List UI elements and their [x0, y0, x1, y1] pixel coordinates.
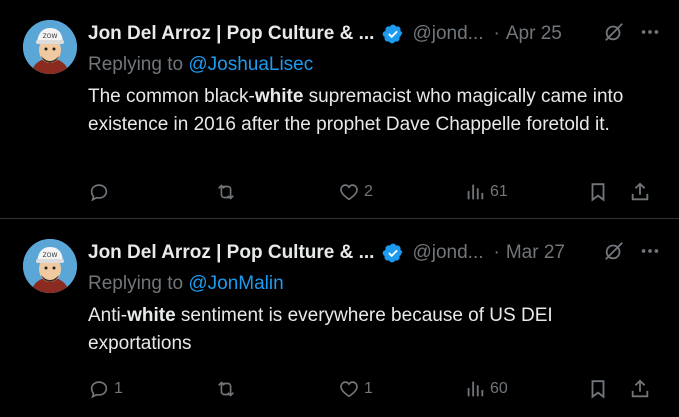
- tweet[interactable]: ZOW Jon Del Arroz | Pop Culture & ... @j…: [0, 219, 679, 417]
- replying-to-link[interactable]: @JoshuaLisec: [188, 54, 313, 75]
- author-handle[interactable]: @jond...: [412, 242, 483, 264]
- views-icon: [467, 381, 484, 397]
- tweet-text-before: The common black-: [88, 86, 255, 107]
- share-button[interactable]: [629, 374, 651, 404]
- action-bar: 1 1 60: [88, 374, 657, 404]
- views-count: 60: [490, 380, 508, 397]
- svg-text:ZOW: ZOW: [43, 33, 58, 40]
- separator: ·: [493, 23, 500, 44]
- share-icon: [631, 379, 649, 398]
- reply-button[interactable]: [88, 177, 114, 207]
- retweet-button[interactable]: [215, 374, 241, 404]
- tweet-text-before: Anti-: [88, 305, 128, 326]
- retweet-icon: [218, 184, 234, 200]
- avatar[interactable]: ZOW: [23, 239, 77, 293]
- svg-text:ZOW: ZOW: [43, 252, 58, 259]
- tweet-header: Jon Del Arroz | Pop Culture & ... @jond.…: [88, 18, 661, 50]
- like-count: 1: [364, 380, 373, 397]
- more-icon[interactable]: [639, 240, 661, 262]
- tweet-text: Anti-white sentiment is everywhere becau…: [88, 302, 658, 358]
- avatar[interactable]: ZOW: [23, 20, 77, 74]
- grok-icon[interactable]: [603, 21, 625, 43]
- tweet-text: The common black-white supremacist who m…: [88, 83, 658, 139]
- retweet-icon: [218, 381, 234, 397]
- views-count: 61: [490, 183, 508, 200]
- tweet-date[interactable]: Mar 27: [506, 242, 565, 264]
- bookmark-icon: [591, 183, 605, 202]
- replying-prefix: Replying to: [88, 54, 184, 75]
- reply-count: 1: [114, 380, 123, 397]
- views-button[interactable]: 61: [464, 177, 508, 207]
- action-bar: 2 61: [88, 177, 657, 207]
- bookmark-button[interactable]: [587, 374, 609, 404]
- tweet-date[interactable]: Apr 25: [506, 23, 562, 45]
- tweet[interactable]: ZOW Jon Del Arroz | Pop Culture & ... @j…: [0, 0, 679, 219]
- like-icon: [340, 381, 358, 398]
- like-icon: [340, 184, 358, 201]
- more-icon[interactable]: [639, 21, 661, 43]
- tweet-text-bold: white: [254, 86, 304, 107]
- verified-badge-icon: [382, 23, 404, 45]
- author-name[interactable]: Jon Del Arroz | Pop Culture & ...: [88, 23, 374, 45]
- share-icon: [631, 182, 649, 201]
- author-name[interactable]: Jon Del Arroz | Pop Culture & ...: [88, 242, 374, 264]
- like-count: 2: [364, 183, 373, 200]
- tweet-text-bold: white: [127, 305, 176, 326]
- author-handle[interactable]: @jond...: [412, 23, 483, 45]
- share-button[interactable]: [629, 177, 651, 207]
- retweet-button[interactable]: [215, 177, 241, 207]
- bookmark-button[interactable]: [587, 177, 609, 207]
- separator: ·: [493, 242, 500, 263]
- like-button[interactable]: 1: [338, 374, 373, 404]
- replying-to-link[interactable]: @JonMalin: [188, 273, 283, 294]
- views-icon: [467, 184, 484, 200]
- bookmark-icon: [591, 380, 605, 399]
- replying-prefix: Replying to: [88, 273, 184, 294]
- grok-icon[interactable]: [603, 240, 625, 262]
- replying-to: Replying to @JoshuaLisec: [88, 54, 313, 76]
- reply-button[interactable]: 1: [88, 374, 123, 404]
- views-button[interactable]: 60: [464, 374, 508, 404]
- like-button[interactable]: 2: [338, 177, 373, 207]
- reply-icon: [90, 381, 108, 399]
- tweet-header: Jon Del Arroz | Pop Culture & ... @jond.…: [88, 237, 661, 269]
- reply-icon: [90, 184, 108, 202]
- verified-badge-icon: [382, 242, 404, 264]
- replying-to: Replying to @JonMalin: [88, 273, 284, 295]
